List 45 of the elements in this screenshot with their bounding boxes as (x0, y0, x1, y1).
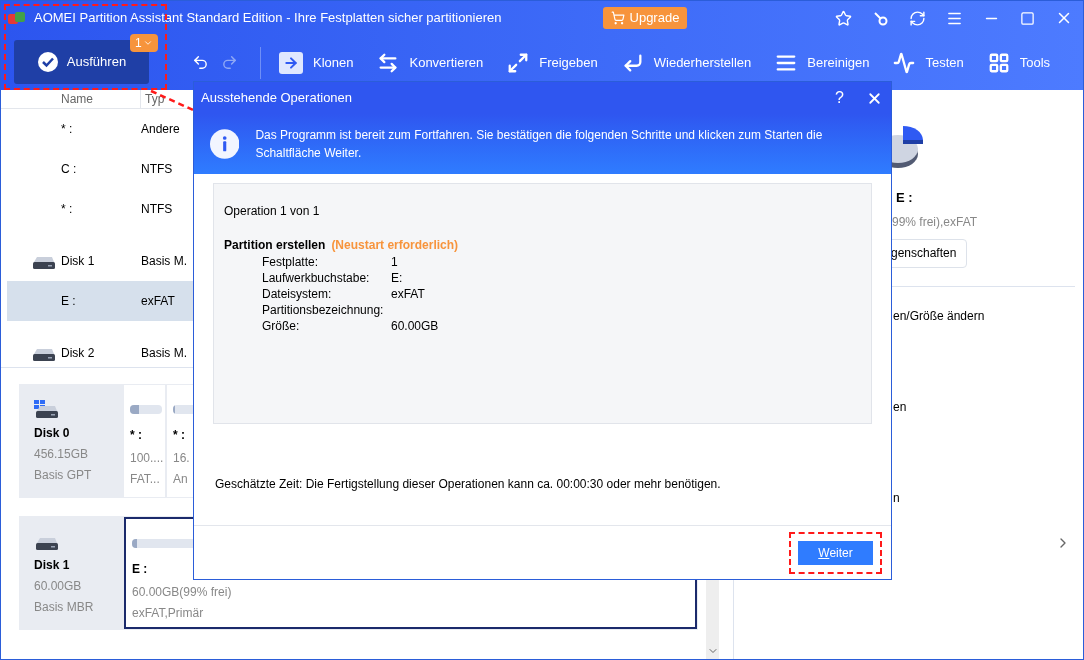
partition-size: 100.... (130, 450, 165, 467)
drive-info: 99% frei),exFAT (892, 213, 979, 231)
disk-name: Disk 0 (34, 425, 71, 442)
table-cell-text: C : (61, 161, 78, 178)
table-cell-text: Basis M. (141, 253, 187, 270)
table-cell-text: Disk 1 (61, 253, 96, 270)
table-cell-text: Andere (141, 121, 180, 138)
field-label: Partitionsbezeichnung: (262, 302, 385, 319)
disk-size: 456.15GB (34, 446, 90, 463)
field-label: Dateisystem: (262, 286, 333, 303)
estimate-text: Geschätzte Zeit: Die Fertigstellung dieser Operationen kann ca. 00:00:30 oder mehr benötigen. (215, 476, 722, 493)
field-label: Laufwerkbuchstabe: (262, 270, 371, 287)
table-cell-text: Disk 2 (61, 345, 96, 362)
dialog-title: Ausstehende Operationen (201, 89, 353, 108)
disk-style: Basis GPT (34, 467, 93, 484)
window-title: AOMEI Partition Assistant Standard Edition - Ihre Festplatten sicher partitionieren (34, 9, 502, 28)
drive-label: E : (896, 189, 914, 207)
table-cell-text: Basis M. (141, 345, 187, 362)
partition-type: FAT... (130, 471, 161, 488)
field-value: E: (391, 270, 403, 287)
partition-type: An (173, 471, 189, 488)
partition-type: exFAT,Primär (132, 605, 205, 622)
table-cell-text: NTFS (141, 161, 173, 178)
partition-size: 60.00GB(99% frei) (132, 584, 233, 601)
field-label: Größe: (262, 318, 301, 335)
table-cell-text: exFAT (141, 293, 175, 310)
partition-name: * : (173, 427, 186, 444)
field-label: Festplatte: (262, 254, 320, 271)
partition-size: 16. (173, 450, 191, 467)
field-value: 1 (391, 254, 398, 271)
table-cell-text: NTFS (141, 201, 173, 218)
operation-count: Operation 1 von 1 (224, 203, 321, 220)
partition-name: E : (132, 561, 149, 578)
table-cell-text: E : (61, 293, 77, 310)
table-cell-text: * : (61, 121, 74, 138)
table-cell-text: * : (61, 201, 74, 218)
field-value: 60.00GB (391, 318, 439, 335)
partition-name: * : (130, 427, 143, 444)
restart-note: (Neustart erforderlich) (331, 237, 459, 254)
operation-title: Partition erstellen (224, 237, 326, 254)
field-value: exFAT (391, 286, 425, 303)
disk-style: Basis MBR (34, 599, 95, 616)
disk-name: Disk 1 (34, 557, 71, 574)
disk-size: 60.00GB (34, 578, 83, 595)
info-text: Das Programm ist bereit zum Fortfahren. Sie bestätigen die folgenden Schritte und klicken zum Starten die Schaltfläche Weiter. (255, 127, 824, 162)
